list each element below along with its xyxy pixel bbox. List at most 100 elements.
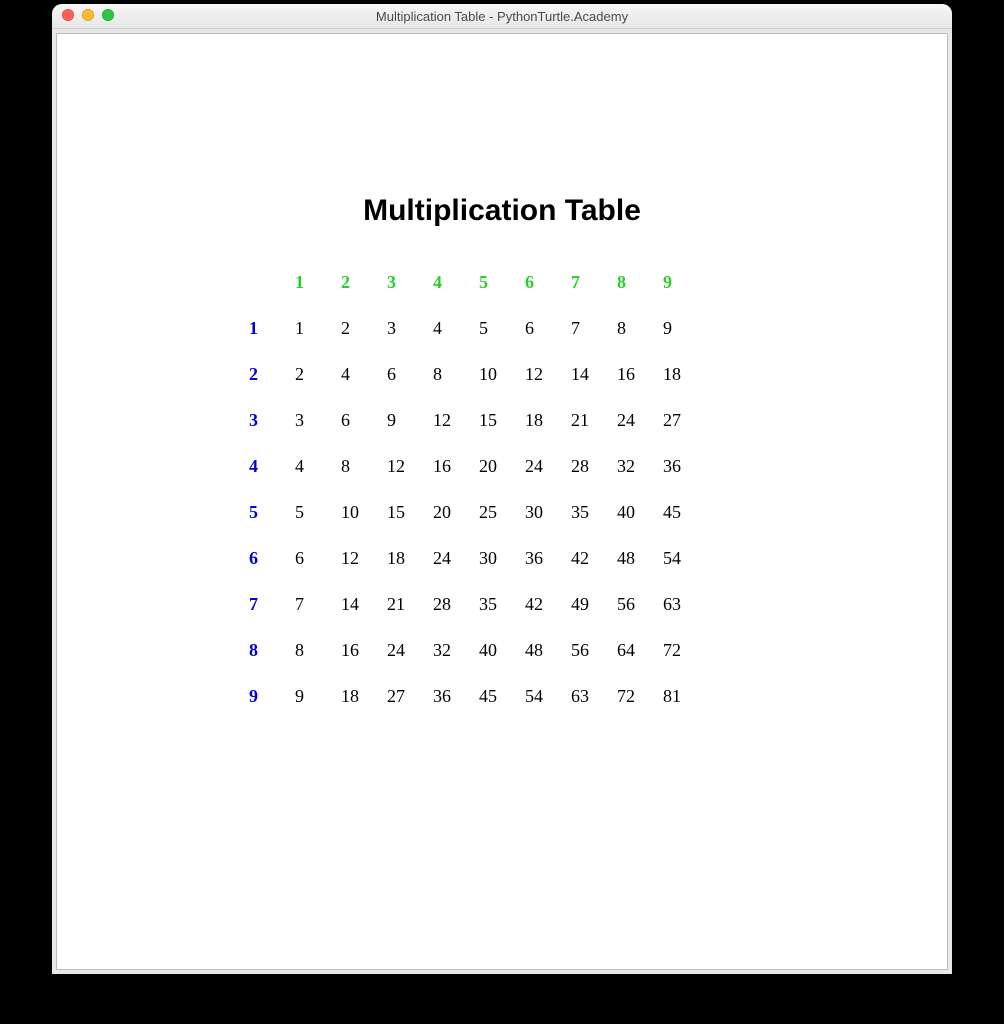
- table-cell: 9: [293, 673, 339, 719]
- table-cell: 54: [661, 535, 707, 581]
- table-cell: 25: [477, 489, 523, 535]
- table-row-header: 8: [247, 627, 293, 673]
- table-cell: 2: [293, 351, 339, 397]
- table-cell: 28: [569, 443, 615, 489]
- table-cell: 6: [293, 535, 339, 581]
- table-col-header: 4: [431, 259, 477, 305]
- table-cell: 15: [385, 489, 431, 535]
- zoom-icon[interactable]: [102, 9, 114, 21]
- table-cell: 12: [431, 397, 477, 443]
- table-cell: 10: [339, 489, 385, 535]
- table-cell: 15: [477, 397, 523, 443]
- table-cell: 42: [569, 535, 615, 581]
- table-cell: 3: [293, 397, 339, 443]
- window-controls: [62, 9, 114, 21]
- table-cell: 64: [615, 627, 661, 673]
- table-cell: 16: [615, 351, 661, 397]
- table-cell: 21: [569, 397, 615, 443]
- table-cell: 40: [615, 489, 661, 535]
- table-cell: 49: [569, 581, 615, 627]
- table-row-header: 3: [247, 397, 293, 443]
- table-col-header: 1: [293, 259, 339, 305]
- table-cell: 24: [385, 627, 431, 673]
- table-cell: 32: [431, 627, 477, 673]
- table-cell: 10: [477, 351, 523, 397]
- table-cell: 36: [661, 443, 707, 489]
- table-row-header: 7: [247, 581, 293, 627]
- table-cell: 12: [339, 535, 385, 581]
- table-col-header: 6: [523, 259, 569, 305]
- table-row-header: 4: [247, 443, 293, 489]
- table-cell: 6: [523, 305, 569, 351]
- table-row-header: 5: [247, 489, 293, 535]
- turtle-canvas: Multiplication Table 1234567891123456789…: [56, 33, 948, 970]
- table-cell: 42: [523, 581, 569, 627]
- table-row-header: 1: [247, 305, 293, 351]
- table-cell: 14: [569, 351, 615, 397]
- table-cell: 72: [615, 673, 661, 719]
- table-cell: 24: [615, 397, 661, 443]
- table-cell: 54: [523, 673, 569, 719]
- minimize-icon[interactable]: [82, 9, 94, 21]
- window-title: Multiplication Table - PythonTurtle.Acad…: [376, 9, 628, 24]
- table-cell: 4: [339, 351, 385, 397]
- table-cell: 81: [661, 673, 707, 719]
- table-corner: [247, 259, 293, 305]
- table-cell: 18: [661, 351, 707, 397]
- table-cell: 20: [477, 443, 523, 489]
- table-cell: 36: [431, 673, 477, 719]
- table-cell: 56: [615, 581, 661, 627]
- table-cell: 4: [293, 443, 339, 489]
- table-cell: 7: [293, 581, 339, 627]
- table-col-header: 2: [339, 259, 385, 305]
- table-cell: 9: [661, 305, 707, 351]
- table-cell: 48: [615, 535, 661, 581]
- table-cell: 24: [431, 535, 477, 581]
- table-cell: 5: [477, 305, 523, 351]
- table-cell: 56: [569, 627, 615, 673]
- table-cell: 18: [339, 673, 385, 719]
- table-cell: 4: [431, 305, 477, 351]
- table-cell: 20: [431, 489, 477, 535]
- table-cell: 45: [661, 489, 707, 535]
- table-cell: 18: [523, 397, 569, 443]
- table-cell: 63: [661, 581, 707, 627]
- table-cell: 8: [339, 443, 385, 489]
- table-cell: 3: [385, 305, 431, 351]
- table-row-header: 9: [247, 673, 293, 719]
- table-cell: 36: [523, 535, 569, 581]
- table-row-header: 6: [247, 535, 293, 581]
- table-cell: 8: [293, 627, 339, 673]
- table-col-header: 5: [477, 259, 523, 305]
- table-cell: 40: [477, 627, 523, 673]
- table-cell: 35: [569, 489, 615, 535]
- window-titlebar[interactable]: Multiplication Table - PythonTurtle.Acad…: [52, 4, 952, 29]
- table-cell: 5: [293, 489, 339, 535]
- table-cell: 16: [339, 627, 385, 673]
- table-col-header: 8: [615, 259, 661, 305]
- table-cell: 1: [293, 305, 339, 351]
- table-col-header: 9: [661, 259, 707, 305]
- table-cell: 35: [477, 581, 523, 627]
- close-icon[interactable]: [62, 9, 74, 21]
- table-cell: 7: [569, 305, 615, 351]
- table-cell: 32: [615, 443, 661, 489]
- table-cell: 16: [431, 443, 477, 489]
- table-cell: 27: [661, 397, 707, 443]
- table-cell: 30: [523, 489, 569, 535]
- canvas-container: Multiplication Table 1234567891123456789…: [52, 29, 952, 974]
- table-cell: 21: [385, 581, 431, 627]
- table-cell: 24: [523, 443, 569, 489]
- table-cell: 27: [385, 673, 431, 719]
- table-cell: 12: [523, 351, 569, 397]
- table-cell: 30: [477, 535, 523, 581]
- table-cell: 14: [339, 581, 385, 627]
- table-cell: 12: [385, 443, 431, 489]
- table-cell: 63: [569, 673, 615, 719]
- table-cell: 72: [661, 627, 707, 673]
- table-cell: 8: [615, 305, 661, 351]
- table-cell: 45: [477, 673, 523, 719]
- table-cell: 2: [339, 305, 385, 351]
- app-window: Multiplication Table - PythonTurtle.Acad…: [52, 4, 952, 974]
- table-cell: 9: [385, 397, 431, 443]
